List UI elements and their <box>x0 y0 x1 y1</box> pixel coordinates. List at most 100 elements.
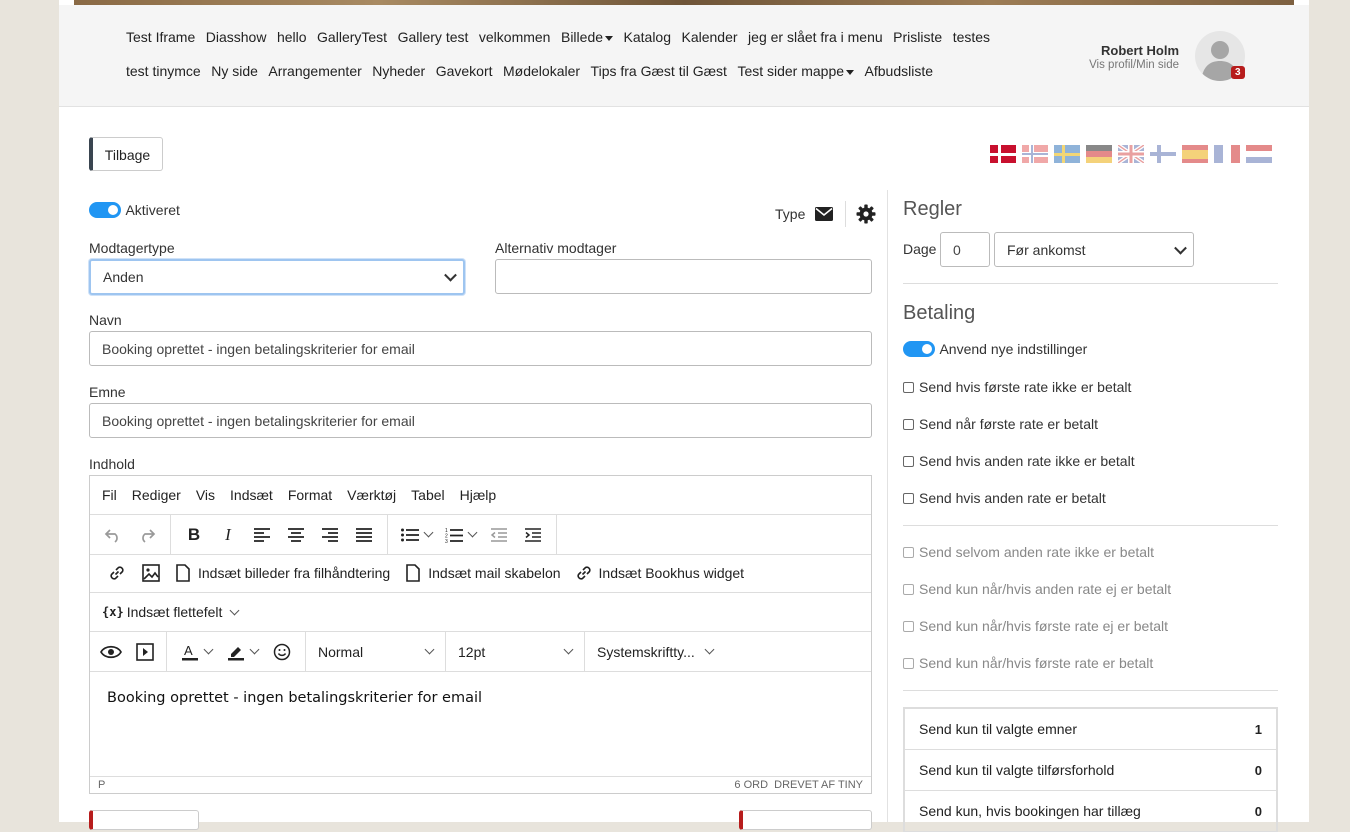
text-color-icon[interactable]: A <box>173 637 219 667</box>
divider <box>903 525 1278 526</box>
editor-content[interactable]: Booking oprettet - ingen betalingskriter… <box>107 690 482 706</box>
payment-option-label: Send kun når/hvis anden rate ej er betal… <box>919 581 1172 597</box>
name-input[interactable]: Booking oprettet - ingen betalingskriter… <box>89 331 872 366</box>
numbered-list-icon[interactable]: 123 <box>438 520 482 550</box>
flag-en-icon[interactable] <box>1118 145 1144 163</box>
bullet-list-icon[interactable] <box>394 520 438 550</box>
payment-option-checkbox[interactable]: Send hvis anden rate er betalt <box>903 490 1106 506</box>
menu-item[interactable]: Diasshow <box>206 29 267 45</box>
flag-no-icon[interactable] <box>1022 145 1048 163</box>
menu-item[interactable]: Tips fra Gæst til Gæst <box>591 63 727 79</box>
envelope-icon[interactable] <box>815 207 834 221</box>
editor-menu-view[interactable]: Vis <box>196 487 215 503</box>
activated-toggle[interactable] <box>89 201 121 218</box>
menu-item[interactable]: Test Iframe <box>126 29 195 45</box>
align-left-icon[interactable] <box>245 520 279 550</box>
payment-option-checkbox[interactable]: Send når første rate er betalt <box>903 416 1098 432</box>
emoji-icon[interactable] <box>265 637 299 667</box>
outdent-icon[interactable] <box>482 520 516 550</box>
menu-item[interactable]: Ny side <box>211 63 258 79</box>
indent-icon[interactable] <box>516 520 550 550</box>
media-icon[interactable] <box>128 637 162 667</box>
undo-icon[interactable] <box>96 520 130 550</box>
menu-item[interactable]: Prisliste <box>893 29 942 45</box>
editor-menu-tools[interactable]: Værktøj <box>347 487 396 503</box>
back-button[interactable]: Tilbage <box>89 137 163 171</box>
main-menu-row-1: Test Iframe Diasshow hello GalleryTest G… <box>126 29 1001 45</box>
bold-icon[interactable]: B <box>177 520 211 550</box>
insert-mail-template-button[interactable]: Indsæt mail skabelon <box>406 564 561 582</box>
menu-item[interactable]: GalleryTest <box>317 29 387 45</box>
block-format-select[interactable]: Normal <box>306 632 446 671</box>
font-size-select[interactable]: 12pt <box>446 632 585 671</box>
align-justify-icon[interactable] <box>347 520 381 550</box>
redo-icon[interactable] <box>130 520 164 550</box>
menu-item[interactable]: Afbudsliste <box>865 63 933 79</box>
editor-menu-table[interactable]: Tabel <box>411 487 444 503</box>
menu-item[interactable]: hello <box>277 29 307 45</box>
menu-item[interactable]: Mødelokaler <box>503 63 580 79</box>
alt-recipient-input[interactable] <box>495 259 872 294</box>
filter-item[interactable]: Send kun til valgte tilførsforhold 0 <box>905 750 1276 791</box>
editor-menu-file[interactable]: Fil <box>102 487 117 503</box>
highlight-color-icon[interactable] <box>219 637 265 667</box>
chevron-down-icon <box>203 644 213 655</box>
font-family-select[interactable]: Systemskriftty... <box>585 632 725 671</box>
align-right-icon[interactable] <box>313 520 347 550</box>
recipient-type-select[interactable]: Anden <box>89 259 465 295</box>
payment-option-checkbox[interactable]: Send hvis anden rate ikke er betalt <box>903 453 1135 469</box>
merge-field-icon: {x} <box>102 605 124 619</box>
insert-merge-field-button[interactable]: {x} Indsæt flettefelt <box>102 604 240 620</box>
flag-sv-icon[interactable] <box>1054 145 1080 163</box>
days-input[interactable]: 0 <box>940 232 990 267</box>
filter-item[interactable]: Send kun til valgte emner 1 <box>905 709 1276 750</box>
editor-menu-edit[interactable]: Rediger <box>132 487 181 503</box>
insert-widget-button[interactable]: Indsæt Bookhus widget <box>575 564 744 582</box>
menu-item[interactable]: Arrangementer <box>268 63 361 79</box>
link-icon[interactable] <box>100 558 134 588</box>
editor-menu-format[interactable]: Format <box>288 487 332 503</box>
flag-de-icon[interactable] <box>1086 145 1112 163</box>
powered-by[interactable]: DREVET AF TINY <box>774 779 863 791</box>
menu-item-dropdown[interactable]: Billede <box>561 29 614 45</box>
menu-item[interactable]: testes <box>953 29 990 45</box>
new-settings-toggle[interactable] <box>903 340 935 357</box>
editor-menu-insert[interactable]: Indsæt <box>230 487 273 503</box>
flag-nl-icon[interactable] <box>1246 145 1272 163</box>
menu-item-dropdown[interactable]: Test sider mappe <box>737 63 855 79</box>
flag-da-icon[interactable] <box>990 145 1016 163</box>
subject-input[interactable]: Booking oprettet - ingen betalingskriter… <box>89 403 872 438</box>
filter-count: 0 <box>1254 762 1262 778</box>
flag-fi-icon[interactable] <box>1150 145 1176 163</box>
menu-item[interactable]: Gallery test <box>398 29 469 45</box>
bottom-right-button[interactable] <box>739 810 872 830</box>
italic-icon[interactable]: I <box>211 520 245 550</box>
menu-item[interactable]: Kalender <box>682 29 738 45</box>
image-icon[interactable] <box>134 558 168 588</box>
flag-es-icon[interactable] <box>1182 145 1208 163</box>
payment-option-checkbox[interactable]: Send hvis første rate ikke er betalt <box>903 379 1131 395</box>
flag-fr-icon[interactable] <box>1214 145 1240 163</box>
content-label: Indhold <box>89 456 135 472</box>
editor-menu-help[interactable]: Hjælp <box>460 487 497 503</box>
checkbox[interactable] <box>903 492 914 504</box>
bottom-left-button[interactable] <box>89 810 199 830</box>
filter-item[interactable]: Send kun, hvis bookingen har tillæg 0 <box>905 791 1276 832</box>
menu-item[interactable]: test tinymce <box>126 63 201 79</box>
insert-merge-field-label: Indsæt flettefelt <box>126 604 223 620</box>
checkbox[interactable] <box>903 455 914 467</box>
menu-item[interactable]: Katalog <box>624 29 671 45</box>
insert-files-button[interactable]: Indsæt billeder fra filhåndtering <box>176 564 390 582</box>
timing-select[interactable]: Før ankomst <box>994 232 1194 267</box>
menu-item[interactable]: velkommen <box>479 29 551 45</box>
menu-item[interactable]: Nyheder <box>372 63 425 79</box>
checkbox[interactable] <box>903 418 914 430</box>
preview-eye-icon[interactable] <box>94 637 128 667</box>
checkbox[interactable] <box>903 381 914 393</box>
user-profile-subtitle: Vis profil/Min side <box>1089 59 1179 71</box>
menu-item[interactable]: jeg er slået fra i menu <box>748 29 883 45</box>
user-profile-link[interactable]: Robert Holm Vis profil/Min side <box>1059 43 1179 71</box>
menu-item[interactable]: Gavekort <box>436 63 493 79</box>
gear-icon[interactable] <box>856 204 876 224</box>
align-center-icon[interactable] <box>279 520 313 550</box>
